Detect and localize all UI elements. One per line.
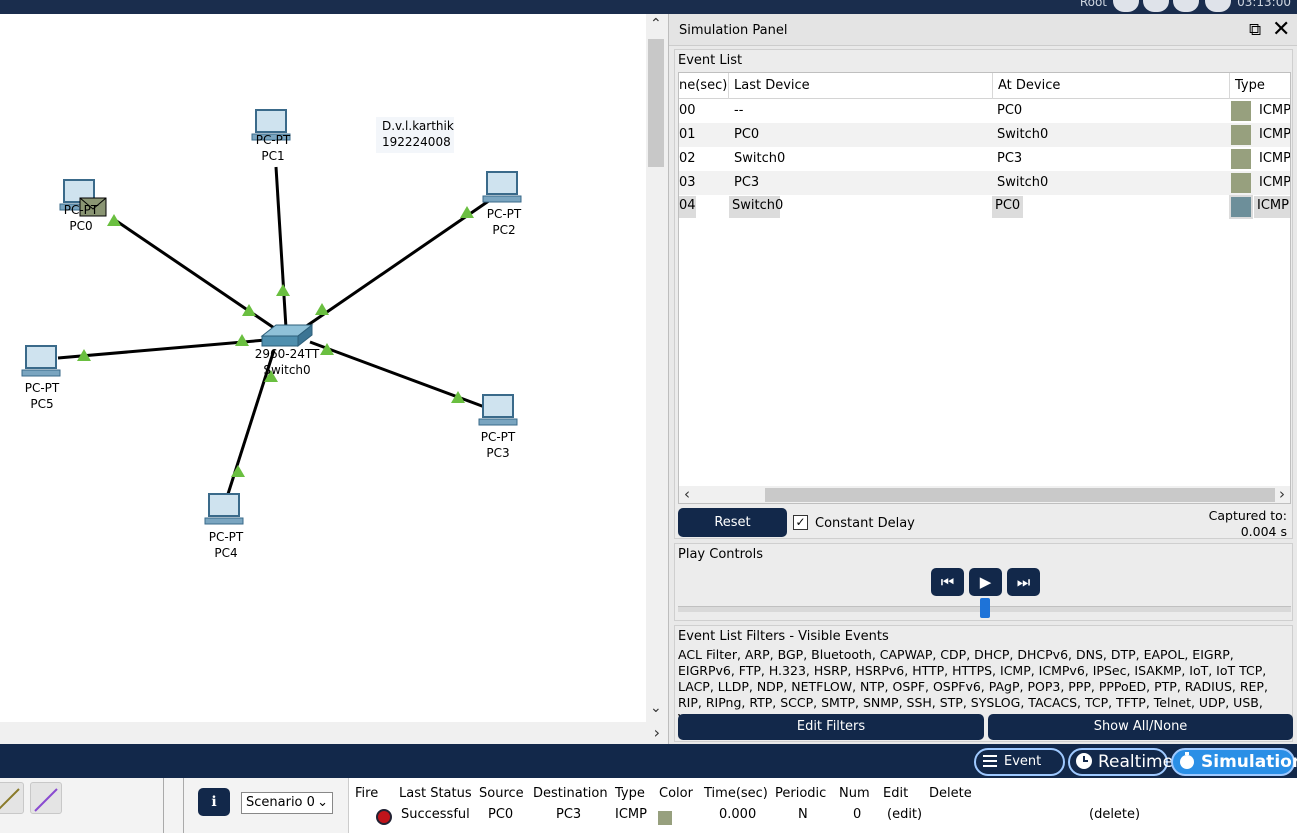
color-swatch <box>1231 149 1251 169</box>
link-up-indicator <box>231 465 245 477</box>
link-pc5-switch <box>57 338 267 360</box>
play-button[interactable]: ▶ <box>969 568 1002 596</box>
switch-icon[interactable] <box>260 323 314 348</box>
captured-to-value: 0.004 s <box>1240 524 1287 539</box>
add-icon[interactable] <box>1143 0 1169 12</box>
user-icon[interactable] <box>1205 0 1231 12</box>
captured-to-label: Captured to: <box>1208 508 1287 523</box>
link-up-indicator <box>451 391 465 403</box>
connection-tool-icon[interactable] <box>30 782 62 814</box>
col-time[interactable]: ne(sec) <box>679 78 727 93</box>
filters-label: Event List Filters - Visible Events <box>678 629 889 644</box>
device-label-pc3[interactable]: PC-PT PC3 <box>458 429 538 461</box>
connection-tool-icon[interactable] <box>0 782 24 814</box>
realtime-mode-button[interactable]: Realtime <box>1068 748 1173 776</box>
constant-delay-label: Constant Delay <box>815 516 915 531</box>
top-bar: Root 03:13:00 <box>0 0 1297 14</box>
link-up-indicator <box>235 334 249 346</box>
play-controls-label: Play Controls <box>678 547 764 562</box>
simulation-mode-button[interactable]: Simulation <box>1171 748 1297 776</box>
col-type[interactable]: Type <box>1235 78 1265 93</box>
simulation-panel: Simulation Panel ⧉ ✕ Event List ne(sec) … <box>668 14 1297 744</box>
color-swatch <box>1231 125 1251 145</box>
scroll-up-icon[interactable]: ⌃ <box>650 16 662 32</box>
pc-icon[interactable] <box>21 345 61 377</box>
reset-simulation-button[interactable]: Reset Simulation <box>678 508 787 559</box>
pdu-delete-link[interactable]: (delete) <box>1089 807 1140 822</box>
clock: 03:13:00 <box>1237 0 1291 9</box>
step-forward-button[interactable]: ⏭ <box>1007 568 1040 596</box>
bottom-panel: ℹ Scenario 0 ⌄ Fire Last Status Source De… <box>0 778 1297 833</box>
play-controls-group: Play Controls ⏮ ▶ ⏭ <box>674 543 1293 621</box>
link-up-indicator <box>276 284 290 296</box>
pc-icon[interactable] <box>204 493 244 525</box>
device-label-pc0[interactable]: PC-PT PC0 <box>41 202 121 234</box>
workspace-horizontal-scrollbar[interactable]: › <box>0 722 668 744</box>
event-list-toggle[interactable]: Event List <box>974 748 1065 793</box>
info-icon[interactable]: ℹ <box>198 788 230 816</box>
panel-header: Simulation Panel ⧉ ✕ <box>669 14 1297 46</box>
mode-bar: Event List Realtime Simulation <box>0 744 1297 793</box>
stopwatch-icon <box>1180 752 1194 769</box>
edit-filters-button[interactable]: Edit Filters <box>678 714 984 740</box>
slider-thumb[interactable] <box>980 598 990 618</box>
link-pc0-switch <box>111 216 284 336</box>
step-back-button[interactable]: ⏮ <box>931 568 964 596</box>
event-list-group: Event List ne(sec) Last Device At Device… <box>674 49 1293 559</box>
move-icon[interactable] <box>1173 0 1199 12</box>
moon-icon[interactable] <box>1113 0 1139 12</box>
show-all-none-button[interactable]: Show All/None <box>988 714 1293 740</box>
scroll-left-icon[interactable]: ‹ <box>684 485 690 503</box>
event-list-label: Event List <box>678 53 743 68</box>
panel-title: Simulation Panel <box>679 23 788 38</box>
pdu-color-swatch <box>658 811 672 825</box>
pc-icon[interactable] <box>482 171 522 203</box>
col-last-device[interactable]: Last Device <box>734 78 810 93</box>
device-label-pc5[interactable]: PC-PT PC5 <box>2 380 82 412</box>
color-swatch <box>1229 195 1253 219</box>
pdu-list: Fire Last Status Source Destination Type… <box>348 778 1297 833</box>
scenario-select[interactable]: Scenario 0 ⌄ <box>241 792 333 814</box>
list-icon <box>983 755 997 767</box>
color-swatch <box>1231 101 1251 121</box>
scroll-thumb[interactable] <box>765 488 1275 502</box>
user-label: Root <box>1079 0 1107 9</box>
close-icon[interactable]: ✕ <box>1272 17 1290 42</box>
event-table-header: ne(sec) Last Device At Device Type <box>679 73 1290 99</box>
filters-group: Event List Filters - Visible Events ACL … <box>674 625 1293 742</box>
fire-indicator[interactable] <box>376 809 392 825</box>
clock-icon <box>1076 753 1092 769</box>
device-label-pc1[interactable]: PC-PT PC1 <box>233 132 313 164</box>
link-pc1-switch <box>274 166 288 329</box>
link-pc3-switch <box>309 340 491 411</box>
event-table-scrollbar[interactable]: ‹ › <box>679 485 1290 503</box>
device-label-switch0[interactable]: 2960-24TT Switch0 <box>247 346 327 378</box>
workspace-vertical-scrollbar[interactable]: ⌃ ⌄ <box>646 14 668 722</box>
link-pc2-switch <box>291 196 494 338</box>
color-swatch <box>1231 173 1251 193</box>
scroll-down-icon[interactable]: ⌄ <box>650 700 662 716</box>
event-row[interactable]: 00 -- PC0 ICMP <box>679 99 1290 123</box>
workspace-note[interactable]: D.v.l.karthik 192224008 <box>376 117 454 153</box>
device-label-pc4[interactable]: PC-PT PC4 <box>186 529 266 561</box>
scroll-thumb[interactable] <box>648 39 664 167</box>
event-row-selected[interactable]: 04 Switch0 PC0 ICMP <box>679 195 1290 219</box>
constant-delay-checkbox[interactable]: ✓ <box>793 515 808 530</box>
pc-icon[interactable] <box>478 394 518 426</box>
link-up-indicator <box>315 303 329 315</box>
event-row[interactable]: 02 Switch0 PC3 ICMP <box>679 147 1290 171</box>
col-at-device[interactable]: At Device <box>998 78 1060 93</box>
device-label-pc2[interactable]: PC-PT PC2 <box>464 206 544 238</box>
event-row[interactable]: 01 PC0 Switch0 ICMP <box>679 123 1290 147</box>
event-row[interactable]: 03 PC3 Switch0 ICMP <box>679 171 1290 195</box>
scroll-right-icon[interactable]: › <box>1279 485 1285 503</box>
scroll-right-icon[interactable]: › <box>654 723 660 742</box>
pdu-edit-link[interactable]: (edit) <box>887 807 922 822</box>
restore-icon[interactable]: ⧉ <box>1249 20 1261 40</box>
event-table: ne(sec) Last Device At Device Type 00 --… <box>678 72 1291 504</box>
